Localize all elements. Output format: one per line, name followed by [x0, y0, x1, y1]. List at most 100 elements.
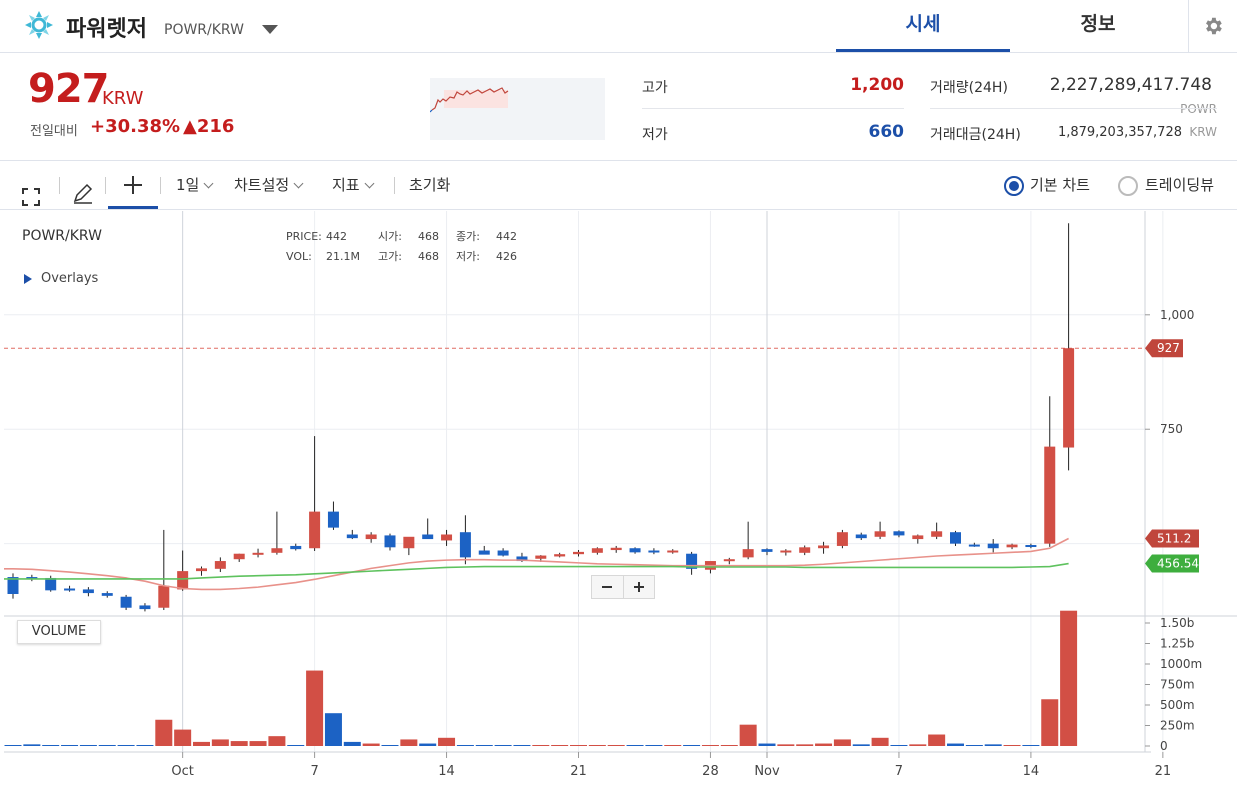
candle-body [346, 534, 358, 539]
indicators-menu[interactable]: 지표 [332, 161, 375, 209]
zoom-out-button[interactable] [592, 576, 624, 598]
volume-bar [720, 745, 738, 746]
volume-bar [381, 745, 399, 746]
candle-body [82, 589, 94, 594]
x-tick-label: 14 [1023, 764, 1040, 779]
candle-body [441, 534, 453, 541]
x-tick-label: 7 [310, 764, 318, 779]
candle-body [327, 511, 339, 528]
candle-body [931, 531, 943, 537]
volume-bar [117, 745, 135, 746]
candle-body [893, 531, 905, 536]
candle-body [478, 550, 490, 555]
low-value: 660 [868, 122, 905, 142]
volume-tick-label: 0 [1160, 739, 1168, 753]
candlestick-chart[interactable]: 1,000750927511.2456.541.50b1.25b1000m750… [4, 211, 1237, 788]
tradingview-radio[interactable] [1118, 176, 1138, 196]
tab-market-price[interactable]: 시세 [836, 0, 1010, 52]
volume-bar [758, 743, 776, 746]
volume-bar [852, 744, 870, 746]
legend-price-value: 442 [326, 230, 347, 243]
price-badge: 456.54 [1145, 554, 1199, 573]
chevron-down-icon [364, 178, 375, 189]
settings-gear-button[interactable] [1188, 0, 1237, 52]
volume-bar [155, 719, 173, 746]
amount-unit: KRW [1189, 125, 1217, 139]
candle-body [196, 568, 207, 572]
gear-icon [1206, 17, 1222, 35]
candle-body [1063, 348, 1075, 448]
separator [160, 177, 161, 194]
candle-body [591, 548, 603, 553]
volume-bar [833, 739, 851, 746]
volume-bar [513, 745, 531, 746]
legend-price-label: PRICE: [286, 230, 322, 243]
volume-bar [193, 741, 210, 746]
price-badge: 927 [1145, 339, 1183, 358]
tab-info[interactable]: 정보 [1011, 0, 1185, 52]
price-chart-area[interactable]: 1,000 750 927 511.2 456.54 1.50b 1.25b 1000m 750… [4, 211, 1237, 788]
zoom-controls [591, 575, 655, 599]
fullscreen-button[interactable] [22, 177, 40, 206]
volume-bar [475, 745, 493, 746]
amount-value: 1,879,203,357,728 [1057, 125, 1182, 140]
volume-bar [23, 744, 41, 746]
candle-body [101, 593, 113, 596]
volume-bar [456, 745, 474, 746]
volume-bar [136, 745, 154, 746]
volume-bar [683, 745, 701, 746]
basic-chart-label[interactable]: 기본 차트 [1030, 161, 1090, 209]
crosshair-button[interactable] [108, 161, 158, 209]
chart-settings-label: 차트설정 [234, 176, 290, 194]
volume-bar [626, 745, 644, 746]
volume-tick-label: 1.50b [1160, 616, 1194, 630]
volume-bar [607, 745, 625, 746]
candle-body [45, 577, 57, 591]
volume-bar [343, 741, 361, 746]
volume-bar [61, 745, 79, 746]
coin-select-caret-icon[interactable] [262, 25, 278, 34]
candle-body [422, 534, 434, 540]
candle-body [1006, 544, 1018, 548]
candle-body [309, 511, 321, 549]
candle-body [497, 550, 509, 556]
reset-button[interactable]: 초기화 [409, 161, 450, 209]
volume-bar [174, 729, 192, 746]
volume-bar [494, 745, 512, 746]
tradingview-label[interactable]: 트레이딩뷰 [1145, 161, 1214, 209]
chart-toolbar: 1일 차트설정 지표 초기화 기본 차트 트레이딩뷰 [0, 160, 1237, 210]
volume-bar [211, 739, 229, 746]
high-label: 고가 [642, 80, 668, 96]
sparkline-mini-chart [429, 78, 605, 140]
candle-body [403, 536, 415, 549]
basic-chart-radio[interactable] [1004, 176, 1024, 196]
volume-bar [1003, 745, 1021, 746]
candle-body [459, 532, 471, 558]
volume-bar [777, 744, 795, 746]
price-badge: 511.2 [1145, 529, 1199, 548]
interval-select[interactable]: 1일 [176, 161, 214, 209]
zoom-in-button[interactable] [624, 576, 655, 598]
candle-body [158, 585, 170, 608]
candle-body [987, 543, 999, 549]
x-tick-label: 21 [1155, 764, 1172, 779]
volume-tick-label: 250m [1160, 719, 1195, 733]
chevron-down-icon [293, 178, 304, 189]
separator [394, 177, 395, 194]
volume-bar [664, 745, 682, 746]
overlays-toggle[interactable]: Overlays [24, 271, 98, 286]
candle-body [818, 545, 830, 549]
volume-bar [701, 745, 719, 746]
candle-body [799, 547, 811, 553]
chart-settings-menu[interactable]: 차트설정 [234, 161, 304, 209]
coin-pair: POWR/KRW [164, 22, 244, 38]
price-unit: KRW [102, 88, 144, 109]
volume-bar [324, 713, 342, 746]
volume-bar [230, 741, 248, 746]
candle-body [365, 534, 377, 540]
y-tick-label: 750 [1160, 422, 1183, 436]
candle-body [836, 532, 848, 546]
x-tick-label: 14 [438, 764, 455, 779]
draw-button[interactable] [72, 175, 94, 204]
volume-bar [645, 745, 663, 746]
